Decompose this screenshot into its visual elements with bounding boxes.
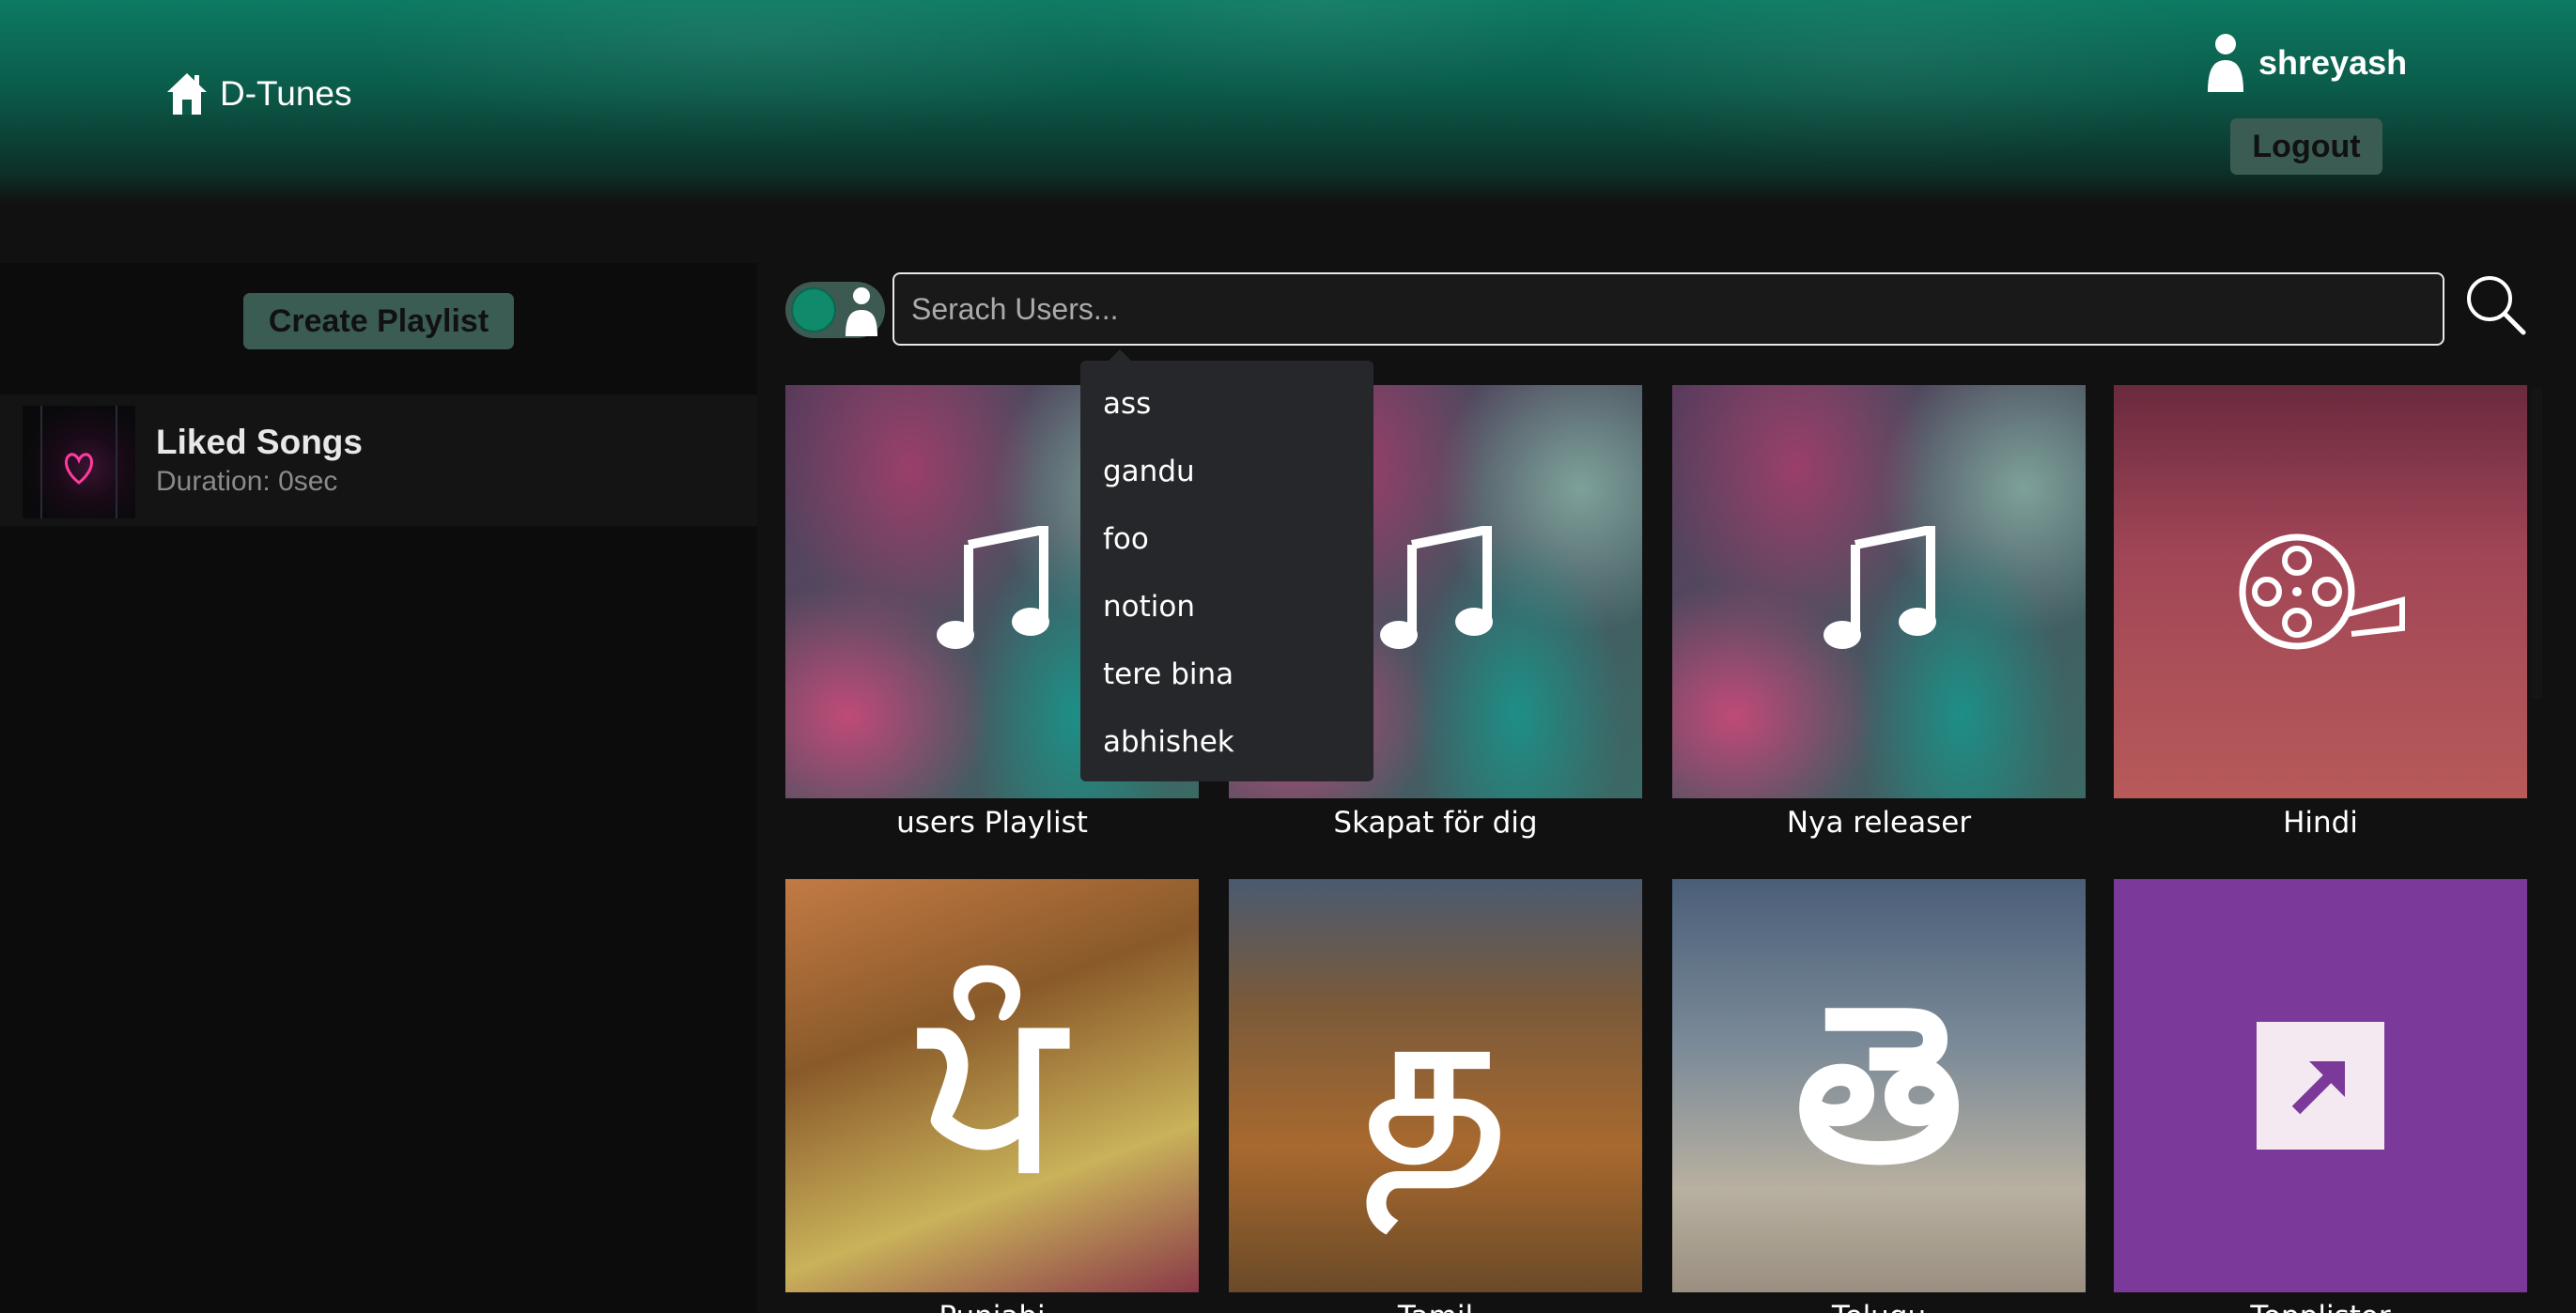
card-label: users Playlist [896, 806, 1088, 840]
suggestion-item[interactable]: abhishek [1103, 725, 1234, 759]
punjabi-glyph: ਪੰ [922, 960, 1063, 1211]
card-label: Skapat för dig [1333, 806, 1538, 840]
suggestion-item[interactable]: foo [1103, 522, 1149, 556]
card-nya-releaser[interactable]: Nya releaser [1672, 385, 2086, 840]
search-mode-toggle[interactable] [785, 282, 885, 338]
playlist-item-liked-songs[interactable]: Liked Songs Duration: 0sec [0, 394, 757, 526]
user-icon [2208, 34, 2243, 92]
card-label: Punjabi [785, 1300, 1199, 1313]
arrow-up-right-icon [2291, 1061, 2345, 1115]
home-link[interactable]: D-Tunes [165, 71, 352, 116]
suggestion-item[interactable]: notion [1103, 590, 1195, 624]
brand-name: D-Tunes [220, 74, 352, 113]
card-image [1672, 385, 2086, 798]
logout-button[interactable]: Logout [2230, 118, 2382, 175]
card-punjabi[interactable]: ਪੰ Punjabi [785, 879, 1199, 1313]
tamil-glyph: த [1365, 960, 1506, 1211]
card-label: Nya releaser [1786, 806, 1972, 840]
suggestion-item[interactable]: gandu [1103, 455, 1195, 488]
card-image: த [1229, 879, 1642, 1292]
card-label: Topplistor [2114, 1300, 2527, 1313]
username: shreyash [2258, 43, 2408, 82]
film-reel-icon [2239, 533, 2405, 650]
card-image [2114, 385, 2527, 798]
search-icon [2467, 276, 2526, 335]
create-playlist-button[interactable]: Create Playlist [243, 293, 514, 349]
suggestion-item[interactable]: tere bina [1103, 657, 1234, 691]
music-note-icon [1823, 526, 1936, 649]
search-button[interactable] [2463, 272, 2529, 338]
playlist-duration: Duration: 0sec [156, 466, 338, 497]
search-users-input[interactable] [892, 272, 2444, 346]
toggle-knob [791, 287, 836, 332]
suggestion-item[interactable]: ass [1103, 387, 1151, 421]
card-image: ਪੰ [785, 879, 1199, 1292]
telugu-glyph: తె [1794, 960, 1963, 1211]
card-topplistor[interactable]: Topplistor [2114, 879, 2527, 1313]
search-suggestions-dropdown: ass gandu foo notion tere bina abhishek [1080, 349, 1373, 781]
card-telugu[interactable]: తె Telugu [1672, 879, 2086, 1313]
music-note-icon [1380, 526, 1493, 649]
user-menu: shreyash Logout [2206, 32, 2428, 175]
card-tamil[interactable]: த Tamil [1229, 879, 1642, 1313]
app-header: D-Tunes shreyash Logout [0, 0, 2576, 205]
home-icon [167, 73, 207, 115]
arrow-box [2257, 1022, 2384, 1150]
card-image [2114, 879, 2527, 1292]
card-label: Telugu [1672, 1300, 2086, 1313]
user-icon [846, 287, 877, 336]
grid-scrollbar[interactable] [2531, 389, 2542, 699]
music-note-icon [937, 526, 1049, 649]
playlist-grid: users Playlist Skapat för dig Nya releas… [785, 385, 2527, 1313]
playlist-title: Liked Songs [156, 423, 363, 461]
card-label: Tamil [1229, 1300, 1642, 1313]
card-hindi[interactable]: Hindi [2114, 385, 2527, 840]
neon-heart-icon [40, 406, 117, 518]
card-label: Hindi [2283, 806, 2358, 840]
card-image: తె [1672, 879, 2086, 1292]
playlist-thumbnail [23, 406, 135, 518]
sidebar: Create Playlist Liked Songs Duration: 0s… [0, 263, 757, 1313]
